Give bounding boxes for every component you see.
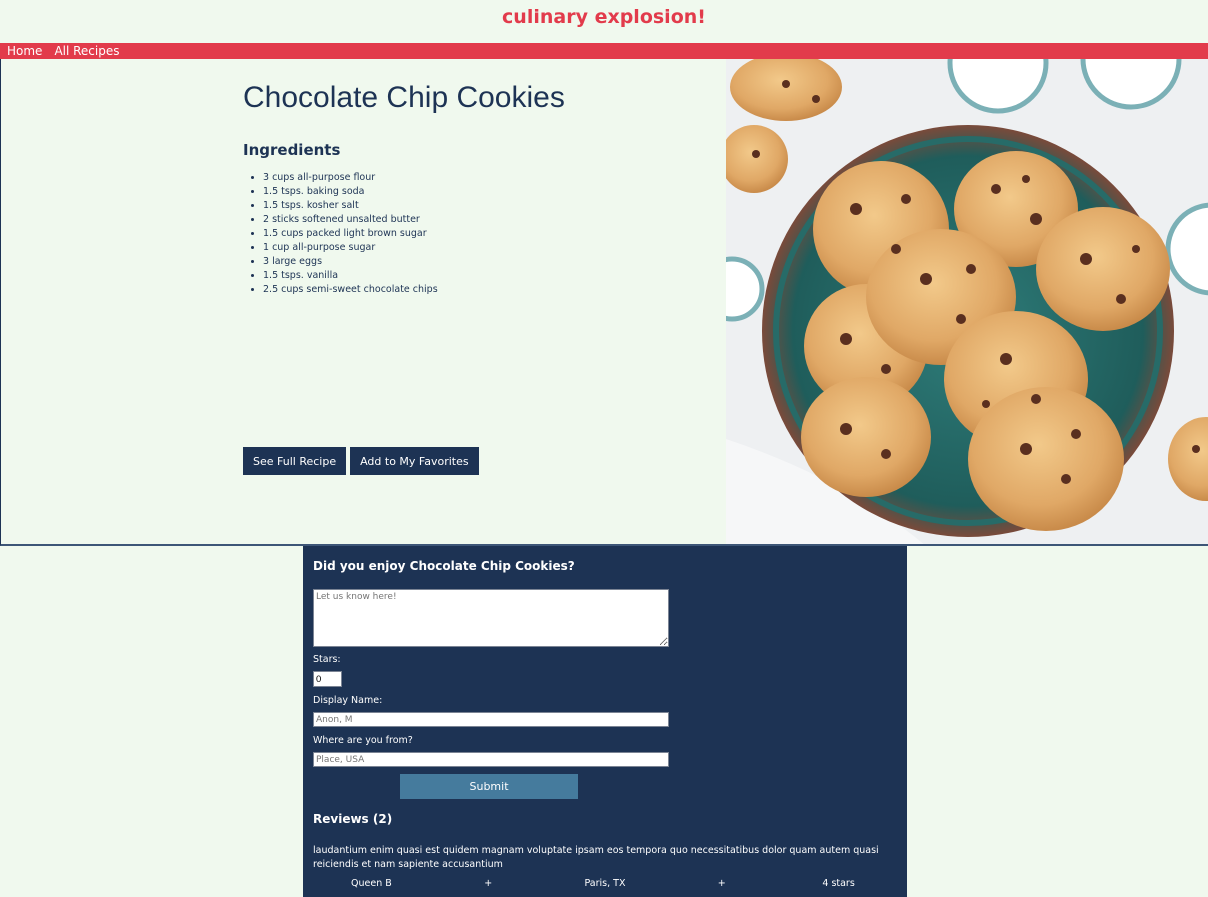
recipe-photo <box>726 59 1208 544</box>
review-author: Queen B <box>351 878 392 889</box>
feedback-panel: Did you enjoy Chocolate Chip Cookies? St… <box>303 546 907 897</box>
location-label: Where are you from? <box>313 735 413 746</box>
site-title: culinary explosion! <box>502 6 706 28</box>
nav-home-link[interactable]: Home <box>7 43 42 59</box>
cookies-plate-image <box>726 59 1208 544</box>
stars-label: Stars: <box>313 654 341 665</box>
review-location: Paris, TX <box>584 878 626 889</box>
review-stars: 4 stars <box>822 878 855 889</box>
add-to-favorites-button[interactable]: Add to My Favorites <box>350 447 479 475</box>
ingredient-item: 1.5 tsps. kosher salt <box>263 199 438 213</box>
ingredient-item: 3 cups all-purpose flour <box>263 171 438 185</box>
ingredient-item: 1 cup all-purpose sugar <box>263 241 438 255</box>
ingredient-item: 1.5 tsps. vanilla <box>263 269 438 283</box>
submit-review-button[interactable]: Submit <box>400 774 578 799</box>
review-separator: + <box>484 878 493 889</box>
display-name-input[interactable] <box>313 712 669 727</box>
recipe-actions: See Full Recipe Add to My Favorites <box>243 447 479 475</box>
ingredient-item: 1.5 cups packed light brown sugar <box>263 227 438 241</box>
ingredient-item: 2.5 cups semi-sweet chocolate chips <box>263 283 438 297</box>
ingredient-item: 2 sticks softened unsalted butter <box>263 213 438 227</box>
see-full-recipe-button[interactable]: See Full Recipe <box>243 447 347 475</box>
reviews-heading: Reviews (2) <box>313 812 393 826</box>
recipe-hero: Chocolate Chip Cookies Ingredients 3 cup… <box>0 59 1208 546</box>
feedback-question: Did you enjoy Chocolate Chip Cookies? <box>313 559 575 573</box>
display-name-label: Display Name: <box>313 695 383 706</box>
recipe-title: Chocolate Chip Cookies <box>243 81 565 114</box>
ingredients-heading: Ingredients <box>243 141 341 159</box>
nav-all-recipes-link[interactable]: All Recipes <box>54 43 119 59</box>
ingredient-item: 1.5 tsps. baking soda <box>263 185 438 199</box>
main-navbar: Home All Recipes <box>0 43 1208 59</box>
ingredient-list: 3 cups all-purpose flour 1.5 tsps. bakin… <box>243 171 438 297</box>
site-header: culinary explosion! <box>0 0 1208 43</box>
review-meta-row: Queen B + Paris, TX + 4 stars <box>313 878 897 889</box>
location-input[interactable] <box>313 752 669 767</box>
recipe-details: Chocolate Chip Cookies Ingredients 3 cup… <box>1 59 726 544</box>
review-comment-textarea[interactable] <box>313 589 669 647</box>
review-separator: + <box>717 878 726 889</box>
stars-input[interactable] <box>313 671 342 687</box>
review-text: laudantium enim quasi est quidem magnam … <box>313 845 879 870</box>
ingredient-item: 3 large eggs <box>263 255 438 269</box>
